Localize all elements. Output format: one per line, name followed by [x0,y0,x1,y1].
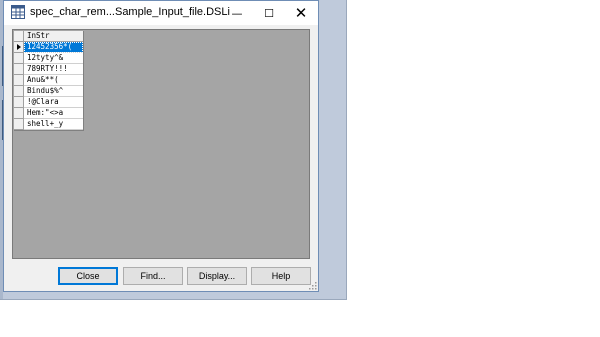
row-selector[interactable] [14,53,24,64]
data-browser-window: spec_char_rem...Sample_Input_file.DSLink… [3,0,319,292]
row-selector[interactable] [14,108,24,119]
find-button[interactable]: Find... [123,267,183,285]
table-row[interactable]: Anu&**( [14,75,83,86]
row-selector[interactable] [14,64,24,75]
table-row[interactable]: 12tyty^& [14,53,83,64]
row-selector[interactable] [14,75,24,86]
title-bar[interactable]: spec_char_rem...Sample_Input_file.DSLink… [4,1,318,25]
grid-cell[interactable]: Anu&**( [24,75,83,86]
table-row[interactable]: 12452356*( [14,42,83,53]
grid-cell[interactable]: 12452356*( [24,42,83,53]
help-button[interactable]: Help [251,267,311,285]
grid-corner[interactable] [14,31,24,42]
grid-cell[interactable]: !@Clara [24,97,83,108]
table-row[interactable]: shell+_y [14,119,83,130]
table-row[interactable]: 789RTY!!! [14,64,83,75]
current-row-pointer-icon [16,44,21,50]
minimize-icon[interactable]: — [222,1,252,25]
table-row[interactable]: !@Clara [14,97,83,108]
row-selector[interactable] [14,86,24,97]
window-title: spec_char_rem...Sample_Input_file.DSLink… [30,6,230,18]
grid-app-icon [11,5,25,19]
column-header-instr[interactable]: InStr [24,31,83,42]
data-view-area: InStr 12452356*(12tyty^& 789RTY!!! Anu&**(… [12,29,310,259]
close-button[interactable]: Close [58,267,118,285]
grid-cell[interactable]: Bindu$%^ [24,86,83,97]
grid-cell[interactable]: Hem:"<>a [24,108,83,119]
display-button[interactable]: Display... [187,267,247,285]
grid-header-row: InStr [14,31,83,42]
row-selector[interactable] [14,97,24,108]
data-grid: InStr 12452356*(12tyty^& 789RTY!!! Anu&**(… [14,31,84,131]
grid-cell[interactable]: 789RTY!!! [24,64,83,75]
grid-cell[interactable]: 12tyty^& [24,53,83,64]
resize-grip-icon[interactable] [308,281,317,290]
close-icon[interactable]: ✕ [286,1,316,25]
maximize-icon[interactable]: ☐ [254,1,284,25]
table-row[interactable]: Hem:"<>a [14,108,83,119]
grid-body: 12452356*(12tyty^& 789RTY!!! Anu&**(Bindu$… [14,42,83,130]
row-selector[interactable] [14,119,24,130]
grid-cell[interactable]: shell+_y [24,119,83,130]
table-row[interactable]: Bindu$%^ [14,86,83,97]
row-selector[interactable] [14,42,24,53]
